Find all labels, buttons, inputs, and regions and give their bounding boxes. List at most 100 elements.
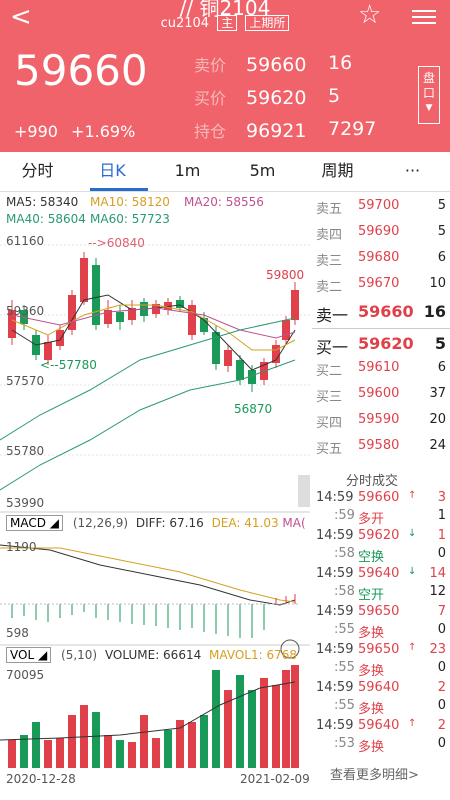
- trade-detail-row: :58 空开 12: [312, 584, 450, 604]
- vol-volume: VOLUME: 66614: [104, 648, 202, 662]
- trade-price: 59650: [358, 604, 400, 619]
- trade-row: 14:59 59640 2: [312, 680, 450, 700]
- vol-selector[interactable]: VOL ◢: [6, 647, 52, 663]
- trade-detail-row: :55 多换 0: [312, 698, 450, 718]
- trade-oi-change: 0: [437, 546, 446, 561]
- trade-oi-change: 0: [437, 660, 446, 675]
- price-axis-2: 59360: [6, 304, 45, 318]
- trade-row: 14:59 59620 ↓ 1: [312, 528, 450, 548]
- macd-diff: DIFF: 67.16: [135, 516, 204, 530]
- trade-arrow-icon: ↑: [408, 490, 417, 501]
- trade-type: 多换: [358, 740, 385, 755]
- macd-header: MACD ◢ (12,26,9) DIFF: 67.16 DEA: 41.03 …: [6, 515, 306, 531]
- trade-price: 59640: [358, 566, 400, 581]
- view-more-link[interactable]: 查看更多明细>: [330, 764, 419, 783]
- trade-oi-change: 12: [429, 584, 446, 599]
- macd-selector[interactable]: MACD ◢: [6, 515, 64, 531]
- trade-detail-row: :58 空换 0: [312, 546, 450, 566]
- trade-arrow-icon: ↓: [408, 528, 417, 539]
- trade-second: :55: [334, 698, 355, 713]
- trade-type: 多换: [358, 702, 385, 717]
- trade-detail-row: :53 多换 0: [312, 736, 450, 756]
- pan-label: 盘口: [422, 71, 435, 100]
- trade-detail-row: :55 多换 0: [312, 660, 450, 680]
- trade-time: 14:59: [316, 680, 354, 695]
- trade-volume: 3: [437, 490, 446, 505]
- trade-time: 14:59: [316, 490, 354, 505]
- trade-second: :58: [334, 584, 355, 599]
- trade-second: :58: [334, 546, 355, 561]
- trade-price: 59660: [358, 490, 400, 505]
- trade-volume: 7: [437, 604, 446, 619]
- ask2-row: 卖二 59670 10: [316, 276, 446, 295]
- volume-bars: [8, 665, 299, 768]
- pan-button[interactable]: 盘口 ▼: [418, 66, 440, 124]
- trade-type: 多开: [358, 512, 385, 527]
- low-annotation: <--57780: [40, 358, 97, 372]
- ask1-row: 卖一 59660 16: [316, 302, 446, 325]
- trade-row: 14:59 59640 ↑ 2: [312, 718, 450, 738]
- trade-row: 14:59 59640 ↓ 14: [312, 566, 450, 586]
- bid5-row: 买五 59580 24: [316, 438, 446, 457]
- recent-low-annotation: 56870: [234, 402, 273, 416]
- price-axis-top: 61160: [6, 234, 45, 248]
- macd-dea: DEA: 41.03: [211, 516, 279, 530]
- trade-type: 多换: [358, 664, 385, 679]
- date-start: 2020-12-28: [6, 772, 76, 786]
- tab-more[interactable]: ···: [375, 152, 450, 191]
- bid2-row: 买二 59610 6: [316, 360, 446, 379]
- trade-price: 59640: [358, 680, 400, 695]
- ask-volume: 16: [328, 52, 353, 74]
- trade-time: 14:59: [316, 642, 354, 657]
- trade-volume: 1: [437, 528, 446, 543]
- macd-bars: [11, 604, 265, 638]
- trade-second: :59: [334, 508, 355, 523]
- macd-axis-top: 1190: [6, 540, 37, 554]
- trade-second: :53: [334, 736, 355, 751]
- bid3-row: 买三 59600 37: [316, 386, 446, 405]
- date-end: 2021-02-09: [240, 772, 310, 786]
- trade-volume: 23: [429, 642, 446, 657]
- trade-detail-row: :59 多开 1: [312, 508, 450, 528]
- trade-arrow-icon: ↑: [408, 642, 417, 653]
- bid1-row: 买一 59620 5: [316, 334, 446, 357]
- trade-arrow-icon: ↑: [408, 718, 417, 729]
- scroll-handle[interactable]: [298, 475, 310, 507]
- price-axis-4: 55780: [6, 444, 45, 458]
- trade-detail-row: :55 多换 0: [312, 622, 450, 642]
- trade-time: 14:59: [316, 718, 354, 733]
- high-annotation: -->60840: [88, 236, 145, 250]
- bid-volume: 5: [328, 85, 341, 107]
- recent-high-annotation: 59800: [266, 268, 305, 282]
- vol-axis-top: 70095: [6, 668, 45, 682]
- macd-diff-line: [0, 544, 296, 606]
- trade-second: :55: [334, 660, 355, 675]
- trade-row: 14:59 59660 ↑ 3: [312, 490, 450, 510]
- trade-type: 空开: [358, 588, 385, 603]
- trade-volume: 14: [429, 566, 446, 581]
- menu-icon[interactable]: [412, 6, 436, 28]
- favorite-star-icon[interactable]: ☆: [358, 0, 381, 30]
- vol-mavol: MAVOL1: 6768: [209, 648, 298, 662]
- ask5-row: 卖五 59700 5: [316, 198, 446, 217]
- trade-oi-change: 0: [437, 698, 446, 713]
- trade-second: :55: [334, 622, 355, 637]
- trade-row: 14:59 59650 ↑ 23: [312, 642, 450, 662]
- trade-time: 14:59: [316, 528, 354, 543]
- trades-title: 分时成交: [346, 474, 399, 489]
- trade-row: 14:59 59650 7: [312, 604, 450, 624]
- macd-ma: MA(: [282, 516, 306, 530]
- trade-time: 14:59: [316, 566, 354, 581]
- ask3-row: 卖三 59680 6: [316, 250, 446, 269]
- trade-price: 59650: [358, 642, 400, 657]
- trade-oi-change: 1: [437, 508, 446, 523]
- trade-type: 空换: [358, 550, 385, 565]
- trade-price: 59620: [358, 528, 400, 543]
- kline-chart[interactable]: [0, 0, 312, 800]
- trade-arrow-icon: ↓: [408, 566, 417, 577]
- ask4-row: 卖四 59690 5: [316, 224, 446, 243]
- trade-price: 59640: [358, 718, 400, 733]
- macd-params: (12,26,9): [72, 516, 129, 530]
- trade-type: 多换: [358, 626, 385, 641]
- vol-header: VOL ◢ (5,10) VOLUME: 66614 MAVOL1: 6768: [6, 647, 298, 663]
